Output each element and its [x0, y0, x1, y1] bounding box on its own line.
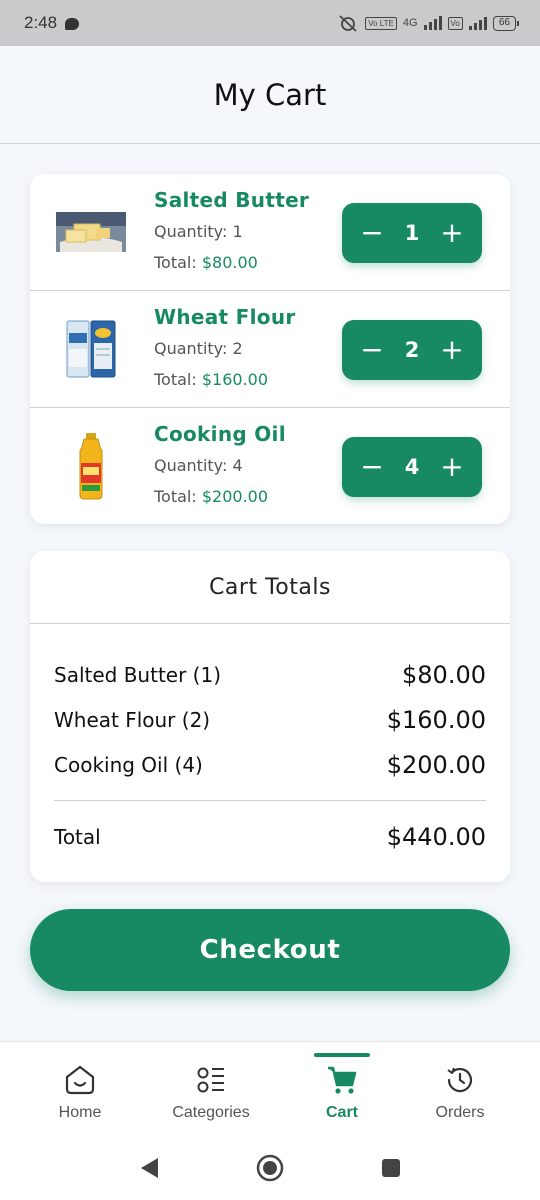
decrease-button[interactable]: − [360, 453, 384, 481]
home-icon [65, 1065, 95, 1095]
totals-row-value: $160.00 [386, 706, 486, 734]
totals-row-label: Wheat Flour (2) [54, 708, 211, 732]
back-icon[interactable] [138, 1156, 160, 1180]
message-notification-icon [65, 18, 80, 30]
grand-total-label: Total [54, 825, 101, 849]
checkout-button[interactable]: Checkout [30, 909, 510, 991]
totals-row-label: Salted Butter (1) [54, 663, 222, 687]
status-bar: 2:48 Vo LTE 4G Vo 66 [0, 0, 540, 46]
quantity-count: 2 [404, 338, 420, 362]
app-header: My Cart [0, 46, 540, 144]
cart-item: Wheat Flour Quantity: 2 Total: $160.00 −… [30, 291, 510, 408]
quantity-count: 4 [404, 455, 420, 479]
totals-row: Salted Butter (1) $80.00 [54, 661, 486, 689]
item-total-value: $160.00 [201, 370, 269, 389]
decrease-button[interactable]: − [360, 219, 384, 247]
quantity-count: 1 [404, 221, 420, 245]
history-icon [447, 1067, 473, 1093]
flour-bag-image [52, 319, 130, 379]
quantity-stepper: − 4 + [342, 437, 482, 497]
cart-items-card: Salted Butter Quantity: 1 Total: $80.00 … [30, 174, 510, 524]
item-name: Cooking Oil [154, 422, 286, 446]
battery-icon: 66 [492, 15, 520, 31]
nav-label: Home [58, 1104, 102, 1121]
signal-icon-2 [468, 16, 487, 30]
increase-button[interactable]: + [440, 219, 464, 247]
home-button-icon[interactable] [256, 1154, 284, 1182]
item-quantity: Quantity: 1 [154, 222, 243, 241]
totals-row-value: $80.00 [402, 661, 486, 689]
totals-row-label: Cooking Oil (4) [54, 753, 203, 777]
nav-item-home[interactable]: Home [40, 1042, 120, 1137]
categories-icon [197, 1067, 224, 1093]
item-total-label: Total: [154, 253, 202, 272]
item-quantity: Quantity: 4 [154, 456, 243, 475]
item-total-label: Total: [154, 370, 202, 389]
system-navigation-bar [0, 1136, 540, 1200]
totals-row-value: $200.00 [386, 751, 486, 779]
increase-button[interactable]: + [440, 336, 464, 364]
nav-label: Orders [435, 1104, 485, 1121]
alarm-off-icon [339, 15, 357, 32]
nav-label: Cart [325, 1104, 358, 1121]
item-total-value: $80.00 [201, 253, 258, 272]
nav-item-orders[interactable]: Orders [420, 1042, 500, 1137]
totals-row: Cooking Oil (4) $200.00 [54, 751, 486, 779]
grand-total-row: Total $440.00 [54, 823, 486, 851]
recents-icon[interactable] [380, 1157, 402, 1179]
item-name: Wheat Flour [154, 305, 296, 329]
cart-item: Cooking Oil Quantity: 4 Total: $200.00 −… [30, 408, 510, 524]
nav-item-cart[interactable]: Cart [302, 1042, 382, 1137]
item-total-label: Total: [154, 487, 202, 506]
signal-icon [423, 16, 442, 30]
nav-item-categories[interactable]: Categories [161, 1042, 261, 1137]
cart-totals-title: Cart Totals [30, 551, 510, 624]
decrease-button[interactable]: − [360, 336, 384, 364]
oil-bottle-image [52, 433, 130, 500]
quantity-stepper: − 1 + [342, 203, 482, 263]
bottom-navigation: Home Categories Cart Orders [0, 1041, 540, 1136]
cart-item: Salted Butter Quantity: 1 Total: $80.00 … [30, 174, 510, 291]
page-title: My Cart [213, 77, 327, 112]
volte-tag: Vo LTE [365, 16, 397, 30]
item-quantity: Quantity: 2 [154, 339, 243, 358]
item-total-value: $200.00 [201, 487, 269, 506]
item-total: Total: $80.00 [154, 253, 258, 272]
cart-icon [328, 1066, 357, 1094]
grand-total-value: $440.00 [386, 823, 486, 851]
network-type: 4G [402, 17, 418, 29]
nav-label: Categories [172, 1104, 250, 1121]
status-time: 2:48 [24, 13, 58, 32]
increase-button[interactable]: + [440, 453, 464, 481]
butter-image [52, 202, 130, 262]
item-name: Salted Butter [154, 188, 310, 212]
cart-totals-card: Cart Totals Salted Butter (1) $80.00 Whe… [30, 551, 510, 882]
item-total: Total: $160.00 [154, 370, 268, 389]
item-total: Total: $200.00 [154, 487, 268, 506]
totals-divider [54, 800, 486, 801]
volte-tag-2: Vo [447, 16, 463, 30]
quantity-stepper: − 2 + [342, 320, 482, 380]
status-icons: Vo LTE 4G Vo 66 [337, 14, 520, 32]
totals-row: Wheat Flour (2) $160.00 [54, 706, 486, 734]
